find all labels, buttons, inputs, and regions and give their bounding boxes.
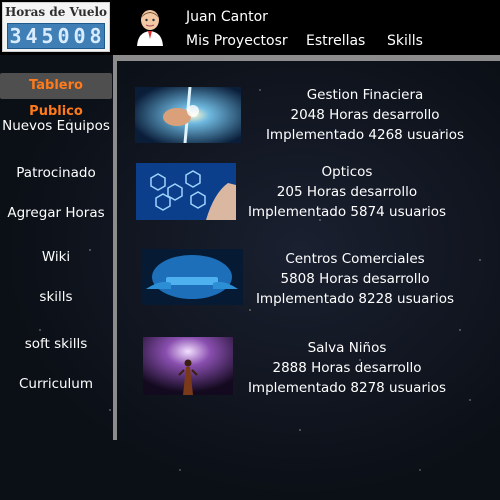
logo-title: Horas de Vuelo [4,5,108,19]
hours-counter: 3 4 5 0 0 8 [7,23,105,49]
counter-digit: 5 [41,24,55,48]
project-hours: 5808 Horas desarrollo [280,271,430,287]
project-image-malls[interactable] [141,249,243,305]
user-name[interactable]: Juan Cantor [186,9,268,25]
sidebar-divider [113,60,117,440]
sidebar-item-soft-skills[interactable]: soft skills [0,336,112,352]
project-hours: 2048 Horas desarrollo [290,107,440,123]
project-image-save-children[interactable] [143,337,233,395]
project-hours: 205 Horas desarrollo [276,184,418,200]
project-users: Implementado 8278 usuarios [247,380,447,396]
project-card-save-children[interactable]: Salva Niños 2888 Horas desarrollo Implem… [247,338,447,398]
project-users: Implementado 5874 usuarios [247,204,447,220]
counter-digit: 4 [25,24,39,48]
project-card-optics[interactable]: Opticos 205 Horas desarrollo Implementad… [247,162,447,222]
project-title: Opticos [321,164,373,180]
sidebar-item-new-teams[interactable]: Nuevos Equipos [0,118,112,134]
sidebar-item-curriculum[interactable]: Curriculum [0,376,112,392]
sidebar-item-public-board[interactable]: Tablero Publico [0,73,112,119]
project-users: Implementado 4268 usuarios [265,127,465,143]
project-title: Centros Comerciales [285,251,425,267]
nav-stars[interactable]: Estrellas [306,33,365,49]
project-title: Gestion Finaciera [306,87,424,103]
sidebar-item-wiki[interactable]: Wiki [0,249,112,265]
project-card-malls[interactable]: Centros Comerciales 5808 Horas desarroll… [255,249,455,309]
avatar-icon[interactable] [135,8,165,46]
sidebar-item-add-hours[interactable]: Agregar Horas [0,205,112,221]
counter-digit: 8 [89,24,103,48]
project-hours: 2888 Horas desarrollo [272,360,422,376]
header-divider [113,55,500,61]
project-card-finance[interactable]: Gestion Finaciera 2048 Horas desarrollo … [245,85,485,145]
counter-digit: 0 [73,24,87,48]
nav-my-projects[interactable]: Mis Proyectosr [186,33,288,49]
project-image-finance[interactable] [135,87,241,143]
counter-digit: 3 [9,24,23,48]
project-users: Implementado 8228 usuarios [255,291,455,307]
sidebar-item-sponsored[interactable]: Patrocinado [0,165,112,181]
hours-logo: Horas de Vuelo 3 4 5 0 0 8 [2,2,110,52]
sidebar-item-skills[interactable]: skills [0,289,112,305]
project-image-optics[interactable] [136,163,236,220]
counter-digit: 0 [57,24,71,48]
project-title: Salva Niños [307,340,387,356]
nav-skills[interactable]: Skills [387,33,423,49]
